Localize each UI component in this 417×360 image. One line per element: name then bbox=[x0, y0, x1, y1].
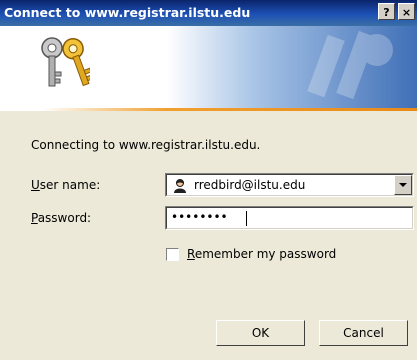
dropdown-arrow-icon bbox=[399, 183, 407, 187]
remember-label-text: emember my password bbox=[194, 247, 337, 261]
cancel-button[interactable]: Cancel bbox=[319, 320, 408, 346]
username-label-mnemonic: U bbox=[31, 178, 40, 192]
password-input[interactable]: •••••••• bbox=[165, 206, 414, 230]
text-caret bbox=[246, 211, 247, 226]
connecting-message: Connecting to www.registrar.ilstu.edu. bbox=[31, 138, 261, 152]
username-label-text: ser name: bbox=[39, 178, 101, 192]
banner-graphic bbox=[167, 26, 417, 108]
help-button[interactable]: ? bbox=[378, 3, 395, 20]
remember-label-mnemonic: R bbox=[187, 247, 195, 261]
password-label: Password: bbox=[31, 211, 91, 225]
user-icon bbox=[174, 179, 186, 193]
username-combobox[interactable]: rredbird@ilstu.edu bbox=[165, 173, 414, 197]
banner bbox=[0, 26, 417, 108]
dialog-title: Connect to www.registrar.ilstu.edu bbox=[4, 5, 251, 20]
password-label-text: assword: bbox=[37, 211, 92, 225]
username-label: User name: bbox=[31, 178, 100, 192]
help-icon: ? bbox=[383, 6, 390, 19]
keys-icon bbox=[41, 37, 90, 87]
username-dropdown-button[interactable] bbox=[394, 175, 412, 195]
password-value[interactable]: •••••••• bbox=[171, 210, 228, 224]
watermark-keys-icon bbox=[307, 30, 393, 100]
banner-divider bbox=[0, 108, 417, 111]
title-bar[interactable]: Connect to www.registrar.ilstu.edu ? × bbox=[0, 0, 417, 26]
close-icon: × bbox=[401, 6, 412, 19]
close-button[interactable]: × bbox=[398, 3, 415, 20]
password-label-mnemonic: P bbox=[31, 211, 38, 225]
login-dialog: Connect to www.registrar.ilstu.edu ? × C… bbox=[0, 0, 417, 360]
ok-button[interactable]: OK bbox=[216, 320, 305, 346]
remember-password-checkbox[interactable] bbox=[166, 248, 179, 261]
remember-password-label[interactable]: Remember my password bbox=[187, 247, 336, 261]
username-value[interactable]: rredbird@ilstu.edu bbox=[194, 178, 305, 192]
